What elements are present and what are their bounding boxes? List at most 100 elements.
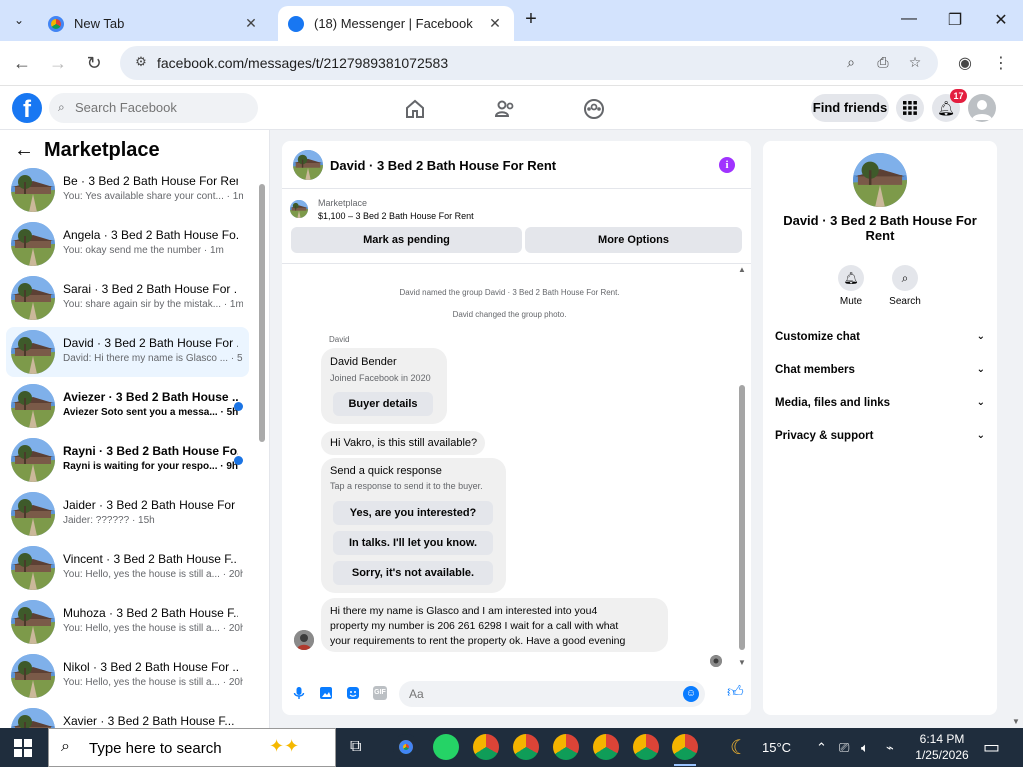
chrome-profile-icon[interactable] [633, 734, 659, 760]
photo-icon[interactable] [319, 686, 333, 700]
listing-title[interactable]: $1,100 – 3 Bed 2 Bath House For Rent [318, 211, 474, 221]
meet-icon[interactable]: ⎚ [839, 740, 849, 756]
marketplace-sidebar: ← Marketplace Be · 3 Bed 2 Bath House Fo… [0, 130, 270, 728]
notifications-icon[interactable]: ▭ [983, 737, 1000, 758]
group-avatar[interactable] [853, 153, 907, 207]
tab-messenger[interactable]: (18) Messenger | Facebook ✕ [278, 6, 514, 41]
page-scrollbar[interactable]: ▼ [1009, 130, 1023, 728]
quick-reply-button[interactable]: Yes, are you interested? [333, 501, 493, 525]
menu-grid-icon[interactable] [896, 94, 924, 122]
facebook-logo-icon[interactable]: f [12, 93, 42, 123]
chrome-profile-icon[interactable] [553, 734, 579, 760]
friends-icon[interactable] [493, 97, 517, 121]
forward-icon[interactable]: → [47, 52, 69, 74]
sidebar-scrollbar[interactable] [258, 170, 266, 728]
section-customize-chat[interactable]: Customize chat ⌄ [775, 331, 987, 351]
mute-action[interactable]: 🔔︎ Mute [826, 265, 876, 307]
sticker-icon[interactable] [346, 686, 360, 700]
mark-as-pending-button[interactable]: Mark as pending [291, 227, 522, 253]
conversation-item[interactable]: Angela · 3 Bed 2 Bath House Fo... You: ok… [6, 219, 249, 269]
system-clock[interactable]: 6:14 PM 1/25/2026 [912, 731, 972, 763]
windows-start-icon[interactable] [14, 739, 32, 757]
account-avatar[interactable] [968, 94, 996, 122]
quick-reply-button[interactable]: Sorry, it's not available. [333, 561, 493, 585]
chevron-up-icon[interactable]: ⌃ [816, 740, 827, 756]
zoom-icon[interactable]: ⌕ [842, 54, 860, 72]
close-tab-icon[interactable]: ✕ [242, 15, 260, 33]
whatsapp-icon[interactable] [433, 734, 459, 760]
new-tab-button[interactable]: + [520, 9, 542, 31]
chrome-profile-icon[interactable] [672, 734, 698, 766]
conversation-item[interactable]: Xavier · 3 Bed 2 Bath House F... [6, 705, 249, 728]
thread-scrollbar[interactable]: ▲ ▼ [737, 265, 747, 669]
home-icon[interactable] [403, 97, 427, 121]
scrollbar-thumb[interactable] [739, 385, 745, 650]
chat-title[interactable]: David · 3 Bed 2 Bath House For Rent [330, 158, 556, 173]
like-thumb-icon[interactable]: 👍︎ [727, 685, 744, 701]
minimize-icon[interactable]: — [899, 10, 919, 28]
volume-icon[interactable]: 🔈︎ [861, 740, 869, 756]
gif-icon[interactable]: GIF [373, 686, 387, 700]
conversation-item[interactable]: Rayni · 3 Bed 2 Bath House Fo... Rayni is… [6, 435, 249, 485]
search-input[interactable] [75, 100, 245, 115]
section-media-files-links[interactable]: Media, files and links ⌄ [775, 397, 987, 417]
conversation-item[interactable]: Be · 3 Bed 2 Bath House For Rent You: Yes… [6, 165, 249, 215]
section-privacy-support[interactable]: Privacy & support ⌄ [775, 430, 987, 450]
close-window-icon[interactable]: ✕ [991, 10, 1011, 30]
weather-icon[interactable]: ☾ [730, 735, 748, 760]
back-icon[interactable]: ← [11, 52, 33, 74]
conversation-item[interactable]: Jaider · 3 Bed 2 Bath House For ... Jaide… [6, 489, 249, 539]
chrome-taskbar-icon[interactable] [393, 734, 419, 760]
windows-taskbar: ⌕ Type here to search ✦✦ ⧉ ☾ 15°C ⌃ ⎚ 🔈︎… [0, 728, 1023, 767]
task-view-icon[interactable]: ⧉ [350, 738, 361, 756]
chrome-profile-icon[interactable] [473, 734, 499, 760]
buyer-details-button[interactable]: Buyer details [333, 392, 433, 416]
conversation-item[interactable]: Sarai · 3 Bed 2 Bath House For ... You: s… [6, 273, 249, 323]
bell-icon[interactable]: 🔔︎ [838, 265, 864, 291]
conversation-item[interactable]: Aviezer · 3 Bed 2 Bath House ... Aviezer … [6, 381, 249, 431]
conversation-item[interactable]: David · 3 Bed 2 Bath House For ... David:… [6, 327, 249, 377]
bookmark-star-icon[interactable]: ☆ [906, 54, 924, 72]
address-bar[interactable]: ⚙ facebook.com/messages/t/21279893810725… [120, 46, 938, 80]
reload-icon[interactable]: ↻ [83, 52, 105, 74]
conversation-item[interactable]: Muhoza · 3 Bed 2 Bath House F... You: Hel… [6, 597, 249, 647]
search-action[interactable]: ⌕ Search [880, 265, 930, 307]
search-icon[interactable]: ⌕ [892, 265, 918, 291]
info-icon[interactable]: i [719, 157, 735, 173]
groups-icon[interactable] [582, 97, 606, 121]
quick-response-card: Send a quick response Tap a response to … [321, 458, 506, 593]
conversation-name: Nikol · 3 Bed 2 Bath House For ... [63, 660, 238, 674]
restore-icon[interactable]: ❐ [945, 10, 965, 30]
conversation-item[interactable]: Nikol · 3 Bed 2 Bath House For ... You: H… [6, 651, 249, 701]
back-arrow-icon[interactable]: ← [14, 139, 34, 162]
scroll-up-icon[interactable]: ▲ [738, 265, 746, 274]
tab-search-dropdown[interactable]: ⌄ [8, 9, 30, 31]
tab-new-tab[interactable]: New Tab ✕ [38, 6, 270, 41]
emoji-icon[interactable]: ☺ [683, 686, 699, 702]
scrollbar-thumb[interactable] [259, 184, 265, 442]
listing-thumbnail[interactable] [290, 200, 308, 218]
chat-avatar[interactable] [293, 150, 323, 180]
chrome-profile-icon[interactable] [593, 734, 619, 760]
url-text[interactable]: facebook.com/messages/t/2127989381072583 [157, 55, 448, 71]
microphone-icon[interactable] [292, 686, 306, 700]
site-info-icon[interactable]: ⚙ [132, 54, 150, 72]
section-chat-members[interactable]: Chat members ⌄ [775, 364, 987, 384]
menu-kebab-icon[interactable]: ⋮ [991, 53, 1011, 73]
conversation-item[interactable]: Vincent · 3 Bed 2 Bath House F... You: He… [6, 543, 249, 593]
chrome-profile-icon[interactable] [513, 734, 539, 760]
scroll-down-icon[interactable]: ▼ [738, 658, 746, 667]
network-icon[interactable]: ⌁ [886, 740, 894, 756]
facebook-search[interactable]: ⌕ [49, 93, 258, 123]
message-input[interactable] [409, 687, 679, 701]
install-app-icon[interactable]: ⎙ [874, 54, 892, 72]
profile-icon[interactable]: ◉ [955, 53, 975, 73]
quick-reply-button[interactable]: In talks. I'll let you know. [333, 531, 493, 555]
sender-avatar[interactable] [294, 630, 314, 650]
scroll-down-icon[interactable]: ▼ [1012, 717, 1020, 726]
more-options-button[interactable]: More Options [525, 227, 742, 253]
weather-temp[interactable]: 15°C [762, 740, 791, 755]
close-tab-icon[interactable]: ✕ [486, 15, 504, 33]
taskbar-search[interactable]: ⌕ Type here to search ✦✦ [48, 728, 336, 767]
find-friends-button[interactable]: Find friends [811, 94, 889, 122]
